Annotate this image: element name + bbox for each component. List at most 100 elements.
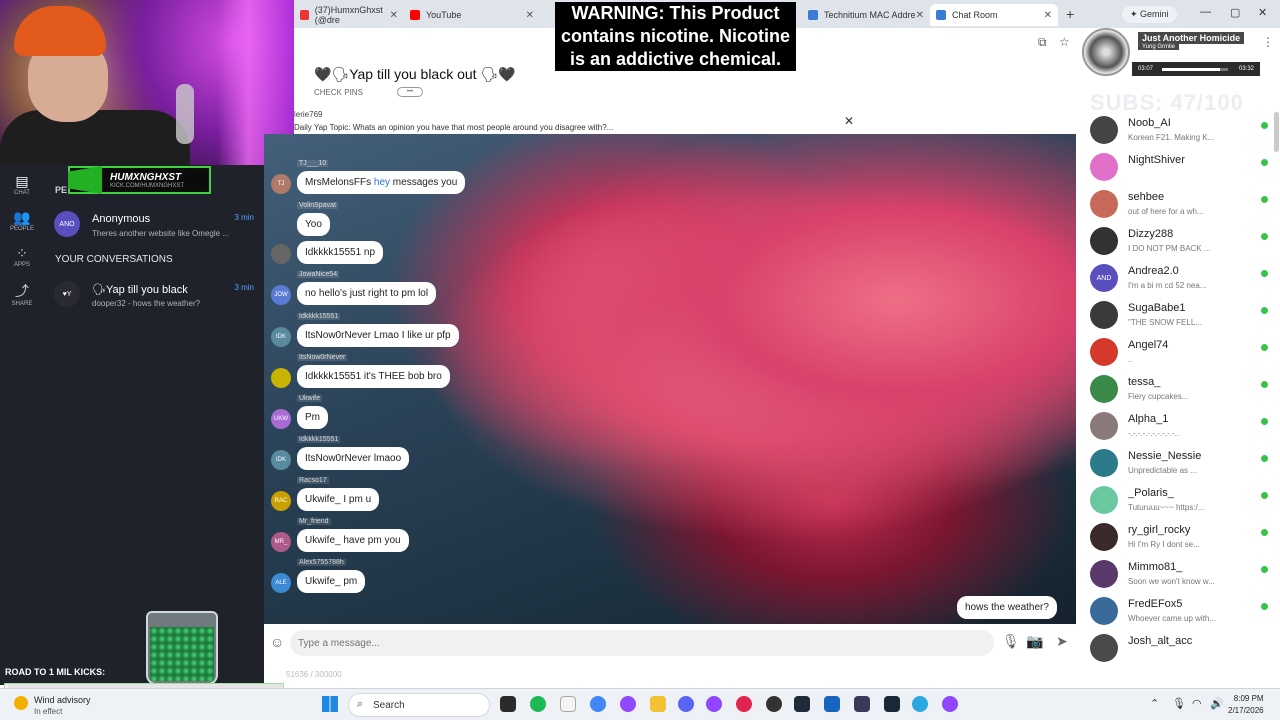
user-list-item[interactable]: Nessie_Nessie Unpredictable as ... (1078, 445, 1268, 481)
user-list-item[interactable]: Mimmo81_ Soon we won't know w... (1078, 556, 1268, 592)
app-icon[interactable] (824, 696, 840, 712)
user-list-item[interactable]: AND Andrea2.0 I'm a bi m cd 52 nea... (1078, 260, 1268, 296)
app-icon[interactable] (736, 696, 752, 712)
chevron-up-icon[interactable]: ⌃ (1150, 697, 1159, 710)
music-app-icon[interactable] (560, 696, 576, 712)
site-icon (936, 10, 946, 20)
nav-people[interactable]: 👥 PEOPLE (0, 209, 44, 232)
online-users-list: Noob_AI Korean F21. Making K... NightShiv… (1078, 112, 1280, 662)
user-list-item[interactable]: NightShiver (1078, 149, 1268, 185)
weather-alert-icon (14, 696, 28, 710)
user-list-item[interactable]: sehbee out of here for a wh... (1078, 186, 1268, 222)
close-icon[interactable]: ✕ (390, 10, 398, 21)
user-list-scrollbar[interactable] (1274, 112, 1279, 152)
close-icon[interactable]: ✕ (844, 114, 854, 128)
microphone-icon[interactable]: 🎙 (1002, 633, 1020, 650)
volume-icon[interactable]: 🔊 (1210, 697, 1224, 710)
camera-icon[interactable]: 📷 (1026, 633, 1043, 650)
discord-icon[interactable] (678, 696, 694, 712)
your-conversations-title: YOUR CONVERSATIONS (55, 254, 173, 265)
avatar: TJ (271, 174, 291, 194)
app-icon[interactable] (912, 696, 928, 712)
file-explorer-icon[interactable] (650, 696, 666, 712)
minimize-icon[interactable]: — (1200, 6, 1211, 18)
online-indicator (1261, 566, 1268, 573)
kick-logo (68, 166, 102, 194)
message-bubble: Yoo (297, 213, 330, 236)
user-list-item[interactable]: Noob_AI Korean F21. Making K... (1078, 112, 1268, 148)
user-list-item[interactable]: ry_girl_rocky Hi I'm Ry I dont se... (1078, 519, 1268, 555)
close-icon[interactable]: ✕ (1044, 10, 1052, 21)
user-list-item[interactable]: _Polaris_ Tuturuuu~~~ https:/... (1078, 482, 1268, 518)
tab-humxnghxst[interactable]: (37)HumxnGhxst (@dre ✕ (294, 4, 404, 26)
check-pins-label[interactable]: CHECK PINS (314, 88, 363, 97)
gemini-button[interactable]: ✦ Gemini (1122, 6, 1177, 23)
send-icon[interactable]: ➤ (1056, 633, 1068, 650)
user-list-item[interactable]: tessa_ Fiery cupcakes... (1078, 371, 1268, 407)
avatar (1090, 523, 1118, 551)
user-list-item[interactable]: Alpha_1 -.-.-.-.-.-.-.-.-.-.. (1078, 408, 1268, 444)
spotify-icon[interactable] (530, 696, 546, 712)
online-indicator (1261, 307, 1268, 314)
nav-chat[interactable]: ▤ CHAT (0, 173, 44, 196)
message-username: Idkkkk15551 (297, 436, 341, 443)
tab-youtube[interactable]: YouTube ✕ (404, 4, 540, 26)
close-icon[interactable]: ✕ (916, 10, 924, 21)
task-view-icon[interactable] (500, 696, 516, 712)
message-bubble: Ukwife_ have pm you (297, 529, 409, 552)
chat-messages-area[interactable]: TJ___10 TJ MrsMelonsFFs hey messages you… (264, 134, 1076, 624)
user-list-item[interactable]: Angel74.. (1078, 334, 1268, 370)
online-indicator (1261, 529, 1268, 536)
chrome-icon[interactable] (590, 696, 606, 712)
message-input[interactable] (290, 630, 994, 656)
app-icon[interactable] (942, 696, 958, 712)
menu-icon[interactable]: ⋮ (1262, 35, 1274, 49)
app-icon[interactable] (766, 696, 782, 712)
topic-username: lerie769 (294, 110, 323, 119)
conversation-anonymous[interactable]: ANO Anonymous Theres another website lik… (54, 211, 254, 247)
pins-button[interactable]: ••• (397, 87, 423, 97)
nav-apps[interactable]: ⁘ APPS (0, 245, 44, 268)
message-username: VolinSpavat (297, 202, 338, 209)
user-list-item[interactable]: Josh_alt_acc (1078, 630, 1268, 666)
pumpkin-hat (14, 6, 106, 56)
playback-track (1162, 68, 1228, 71)
youtube-icon (410, 10, 420, 20)
maximize-icon[interactable]: ▢ (1230, 6, 1240, 19)
conversation-yap[interactable]: ♥Y 🗣Yap till you black dooper32 - hows t… (54, 281, 254, 317)
avatar: AND (1090, 264, 1118, 292)
tab-technitium[interactable]: Technitium MAC Addre ✕ (802, 4, 930, 26)
microphone-icon[interactable]: 🎙 (1172, 697, 1186, 710)
message-username: JowaNice54 (297, 271, 340, 278)
online-indicator (1261, 455, 1268, 462)
share-icon: ⤴ (15, 283, 29, 299)
nicotine-warning: WARNING: This Product contains nicotine.… (555, 2, 796, 71)
twitch-icon[interactable] (706, 696, 722, 712)
online-indicator (1261, 418, 1268, 425)
user-list-item[interactable]: FredEFox5 Whoever came up with... (1078, 593, 1268, 629)
avatar: ALE (271, 573, 291, 593)
user-list-item[interactable]: SugaBabe1 "THE SNOW FELL... (1078, 297, 1268, 333)
avatar (1090, 597, 1118, 625)
emoji-icon[interactable]: ☺ (270, 634, 284, 650)
terminal-icon[interactable] (794, 696, 810, 712)
app-icon[interactable] (854, 696, 870, 712)
wifi-icon[interactable]: ◠ (1192, 697, 1202, 710)
user-list-item[interactable]: Dizzy288 I DO NOT PM BACK ... (1078, 223, 1268, 259)
close-window-icon[interactable]: ✕ (1258, 6, 1267, 19)
install-icon[interactable]: ⧉ (1038, 35, 1047, 50)
taskbar-clock[interactable]: 8:09 PM 2/17/2026 (1228, 693, 1264, 717)
app-icon[interactable] (620, 696, 636, 712)
new-tab-button[interactable]: + (1066, 6, 1074, 22)
close-icon[interactable]: ✕ (526, 10, 534, 21)
channel-banner: HUMXNGHXST KICK.COM/HUMXNGHXST (68, 166, 211, 194)
nav-share[interactable]: ⤴ SHARE (0, 281, 44, 307)
microphone (176, 84, 194, 144)
steam-icon[interactable] (884, 696, 900, 712)
windows-start-icon[interactable] (322, 696, 338, 712)
taskbar-search[interactable]: ⌕ Search (348, 693, 490, 717)
tab-chat-room[interactable]: Chat Room ✕ (930, 4, 1058, 26)
bookmark-star-icon[interactable]: ☆ (1059, 35, 1070, 49)
message-username: Ukwife (297, 395, 323, 402)
online-indicator (1261, 603, 1268, 610)
